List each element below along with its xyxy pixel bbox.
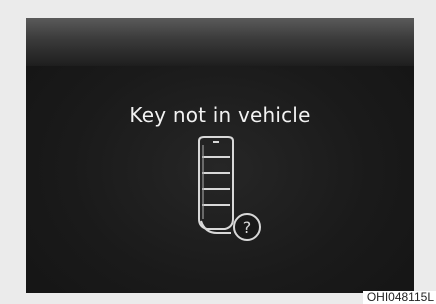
display-top-band [26,18,414,66]
svg-text:?: ? [243,218,252,237]
cluster-display: Key not in vehicle ? [26,18,414,293]
figure-frame: Key not in vehicle ? OHI048115L [0,0,436,304]
smart-key-question-icon: ? [198,136,261,241]
warning-message: Key not in vehicle [129,103,311,127]
figure-code: OHI048115L [362,291,436,304]
